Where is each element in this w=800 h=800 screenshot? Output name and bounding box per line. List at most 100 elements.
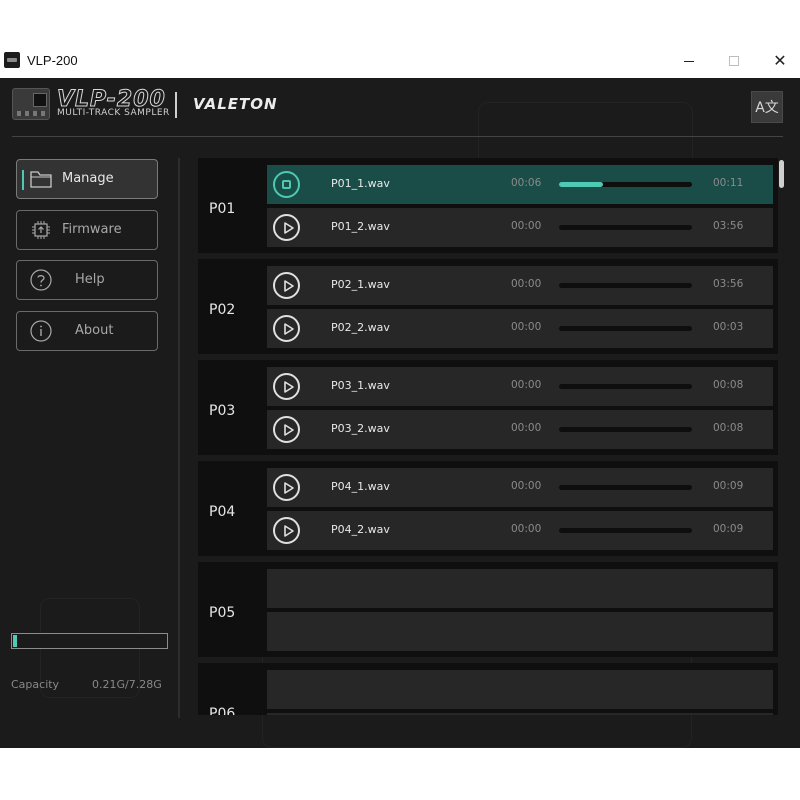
track-current-time: 00:00	[511, 379, 542, 391]
track-total-time: 00:08	[713, 379, 744, 391]
capacity-label: Capacity	[11, 678, 60, 691]
track-filename: P04_2.wav	[331, 523, 390, 536]
capacity-fill	[13, 635, 18, 647]
track-slot[interactable]: P03_2.wav 00:00 00:08	[267, 410, 773, 449]
track-filename: P03_1.wav	[331, 379, 390, 392]
patch-p02: P02 P02_1.wav 00:00 03:56 P02_2.wav 00:00 00:0…	[198, 259, 778, 354]
patch-name: P04	[209, 504, 236, 520]
track-slot[interactable]: P02_2.wav 00:00 00:03	[267, 309, 773, 348]
track-progress-bar[interactable]	[559, 326, 692, 331]
track-current-time: 00:00	[511, 321, 542, 333]
play-button[interactable]	[273, 272, 300, 299]
track-filename: P03_2.wav	[331, 422, 390, 435]
patch-list-scrollbar[interactable]	[778, 158, 784, 715]
track-total-time: 00:08	[713, 422, 744, 434]
patch-p01: P01 P01_1.wav 00:06 00:11 P01_2.wav 00:00 03:5…	[198, 158, 778, 253]
language-button[interactable]: A文	[751, 91, 783, 123]
patch-p04: P04 P04_1.wav 00:00 00:09 P04_2.wav 00:00 00:0…	[198, 461, 778, 556]
play-icon	[284, 525, 294, 537]
track-total-time: 03:56	[713, 278, 744, 290]
track-progress-bar[interactable]	[559, 283, 692, 288]
track-total-time: 00:11	[713, 177, 744, 189]
track-slot[interactable]	[267, 612, 773, 651]
play-button[interactable]	[273, 416, 300, 443]
app-window: VLP-200 MULTI-TRACK SAMPLER VALETON A文 M…	[0, 78, 800, 748]
stop-icon	[282, 180, 291, 189]
sidebar-item-label: Help	[75, 272, 105, 287]
chip-icon	[32, 221, 50, 239]
patch-name: P01	[209, 201, 236, 217]
capacity-bar	[11, 633, 168, 649]
play-button[interactable]	[273, 315, 300, 342]
patch-list[interactable]: P01 P01_1.wav 00:06 00:11 P01_2.wav 00:00 03:5…	[198, 158, 778, 715]
track-total-time: 00:09	[713, 480, 744, 492]
sidebar-item-help[interactable]: Help	[16, 260, 158, 300]
track-current-time: 00:00	[511, 220, 542, 232]
track-slot[interactable]: P01_1.wav 00:06 00:11	[267, 165, 773, 204]
play-button[interactable]	[273, 214, 300, 241]
track-slot[interactable]	[267, 713, 773, 715]
minimize-button[interactable]	[675, 50, 703, 72]
play-button[interactable]	[273, 517, 300, 544]
track-current-time: 00:06	[511, 177, 542, 189]
maximize-button[interactable]	[720, 50, 748, 72]
patch-p05: P05	[198, 562, 778, 657]
track-current-time: 00:00	[511, 523, 542, 535]
patch-name: P05	[209, 605, 236, 621]
close-icon: ✕	[773, 51, 787, 70]
app-icon	[4, 52, 20, 68]
track-total-time: 03:56	[713, 220, 744, 232]
play-button[interactable]	[273, 474, 300, 501]
track-progress-bar[interactable]	[559, 427, 692, 432]
track-progress-bar[interactable]	[559, 384, 692, 389]
logo-divider	[175, 92, 177, 118]
sidebar-item-label: Manage	[62, 171, 114, 186]
track-filename: P04_1.wav	[331, 480, 390, 493]
track-filename: P01_1.wav	[331, 177, 390, 190]
close-button[interactable]: ✕	[766, 50, 794, 72]
patch-name: P03	[209, 403, 236, 419]
capacity-value: 0.21G/7.28G	[92, 678, 162, 691]
question-icon	[30, 269, 52, 291]
minimize-icon	[684, 60, 694, 62]
sidebar-item-manage[interactable]: Manage	[16, 159, 158, 199]
patch-name: P06	[209, 706, 236, 715]
window-titlebar[interactable]: VLP-200 ✕	[0, 44, 800, 78]
sidebar-item-label: About	[75, 323, 114, 338]
product-subtitle: MULTI-TRACK SAMPLER	[57, 108, 170, 118]
company-logo: VALETON	[193, 95, 278, 113]
stop-button[interactable]	[273, 171, 300, 198]
scrollbar-thumb[interactable]	[779, 160, 784, 188]
track-progress-bar[interactable]	[559, 528, 692, 533]
patch-p06: P06	[198, 663, 778, 715]
play-icon	[284, 381, 294, 393]
track-slot[interactable]: P01_2.wav 00:00 03:56	[267, 208, 773, 247]
track-slot[interactable]: P02_1.wav 00:00 03:56	[267, 266, 773, 305]
play-icon	[284, 222, 294, 234]
track-slot[interactable]: P04_1.wav 00:00 00:09	[267, 468, 773, 507]
track-total-time: 00:09	[713, 523, 744, 535]
patch-p03: P03 P03_1.wav 00:00 00:08 P03_2.wav 00:00 00:0…	[198, 360, 778, 455]
track-slot[interactable]: P03_1.wav 00:00 00:08	[267, 367, 773, 406]
track-slot[interactable]	[267, 569, 773, 608]
play-icon	[284, 323, 294, 335]
sidebar-item-label: Firmware	[62, 222, 122, 237]
language-icon: A文	[755, 100, 779, 116]
track-total-time: 00:03	[713, 321, 744, 333]
sidebar-item-firmware[interactable]: Firmware	[16, 210, 158, 250]
sidebar-item-about[interactable]: About	[16, 311, 158, 351]
track-current-time: 00:00	[511, 480, 542, 492]
track-current-time: 00:00	[511, 422, 542, 434]
patch-name: P02	[209, 302, 236, 318]
maximize-icon	[729, 56, 739, 66]
track-slot[interactable]	[267, 670, 773, 709]
track-progress-bar[interactable]	[559, 225, 692, 230]
track-current-time: 00:00	[511, 278, 542, 290]
track-progress-bar[interactable]	[559, 182, 692, 187]
track-filename: P02_2.wav	[331, 321, 390, 334]
track-slot[interactable]: P04_2.wav 00:00 00:09	[267, 511, 773, 550]
play-button[interactable]	[273, 373, 300, 400]
track-progress-bar[interactable]	[559, 485, 692, 490]
header-divider	[12, 136, 783, 137]
sidebar-divider	[178, 158, 180, 718]
